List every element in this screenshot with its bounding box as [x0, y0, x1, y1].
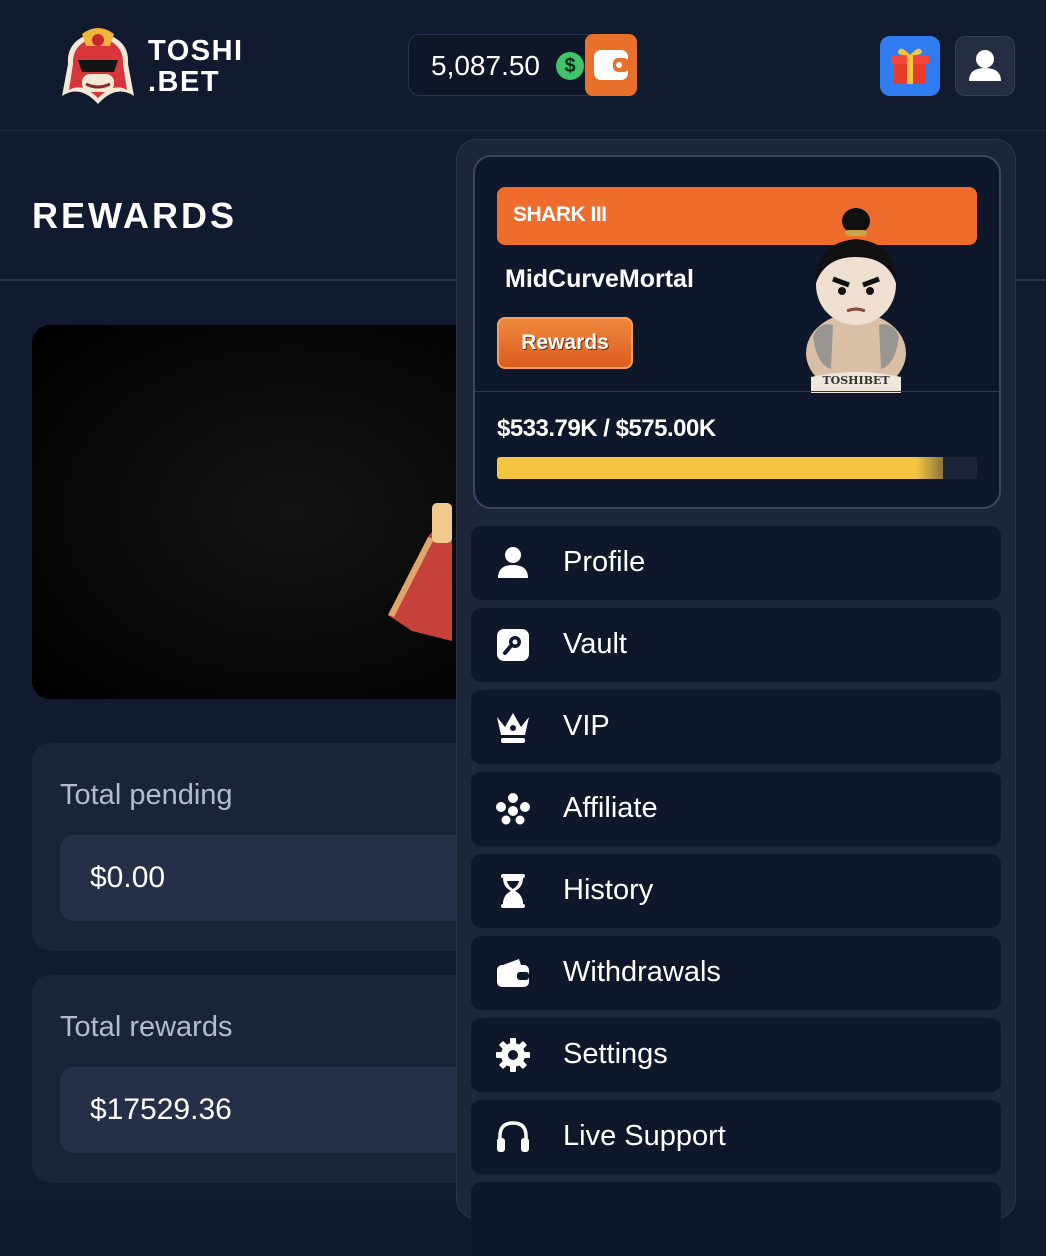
wallet-button[interactable] [585, 34, 637, 96]
menu-item-label: Withdrawals [563, 956, 721, 988]
wallet-icon [594, 50, 629, 80]
user-icon [498, 547, 528, 578]
menu-item-label: Profile [563, 546, 646, 578]
page-title: REWARDS [32, 195, 238, 236]
menu-item-label: Vault [563, 628, 627, 660]
vip-profile-card: SHARK III MidCurveMortal Rewards TOSHIBE… [473, 155, 1001, 509]
top-header: TOSHI .BET 5,087.50 $ [0, 0, 1046, 131]
vip-progress-fill [497, 457, 943, 479]
menu-item-vip[interactable]: VIP [471, 690, 1001, 764]
user-icon [969, 50, 1001, 81]
mascot-belt-text: TOSHIBET [822, 374, 890, 387]
user-dropdown-menu: SHARK III MidCurveMortal Rewards TOSHIBE… [456, 139, 1016, 1256]
card-divider [475, 391, 999, 392]
rewards-button[interactable]: Rewards [497, 317, 633, 369]
wallet-icon [497, 959, 529, 987]
stat-label: Total pending [60, 779, 233, 811]
stat-label: Total rewards [60, 1011, 233, 1043]
samurai-logo-icon [62, 28, 134, 104]
dollar-coin-icon: $ [556, 52, 584, 80]
toshi-logo[interactable] [56, 24, 140, 108]
vip-progress-text: $533.79K / $575.00K [497, 415, 716, 442]
menu-item-vault[interactable]: Vault [471, 608, 1001, 682]
crown-icon [497, 713, 529, 743]
username: MidCurveMortal [505, 265, 694, 293]
gift-button[interactable] [880, 36, 940, 96]
menu-item-label: Settings [563, 1038, 668, 1070]
menu-item-history[interactable]: History [471, 854, 1001, 928]
user-menu-button[interactable] [955, 36, 1015, 96]
stat-value: $0.00 [90, 861, 166, 894]
menu-item-next[interactable] [471, 1182, 1001, 1256]
balance-amount: 5,087.50 [431, 50, 540, 81]
headset-icon [497, 1121, 529, 1152]
menu-item-affiliate[interactable]: Affiliate [471, 772, 1001, 846]
menu-item-label: Affiliate [563, 792, 658, 824]
brand-line1: TOSHI [148, 35, 244, 67]
gift-icon [891, 48, 929, 84]
menu-item-withdrawals[interactable]: Withdrawals [471, 936, 1001, 1010]
brand-name[interactable]: TOSHI .BET [148, 36, 244, 98]
menu-item-settings[interactable]: Settings [471, 1018, 1001, 1092]
brand-line2: .BET [148, 66, 221, 98]
menu-item-label: Live Support [563, 1120, 726, 1152]
vip-progress-bar [497, 457, 977, 479]
gear-icon [496, 1038, 530, 1072]
menu-item-label: History [563, 874, 654, 906]
affiliate-icon [496, 793, 530, 825]
stat-value: $17529.36 [90, 1093, 232, 1126]
rewards-button-label: Rewards [521, 331, 609, 354]
menu-item-label: VIP [563, 710, 610, 742]
hourglass-icon [501, 874, 525, 908]
menu-item-live-support[interactable]: Live Support [471, 1100, 1001, 1174]
tier-label: SHARK III [513, 203, 607, 226]
sumo-mascot-image: TOSHIBET [791, 201, 921, 393]
menu-item-profile[interactable]: Profile [471, 526, 1001, 600]
vault-icon [497, 629, 529, 661]
